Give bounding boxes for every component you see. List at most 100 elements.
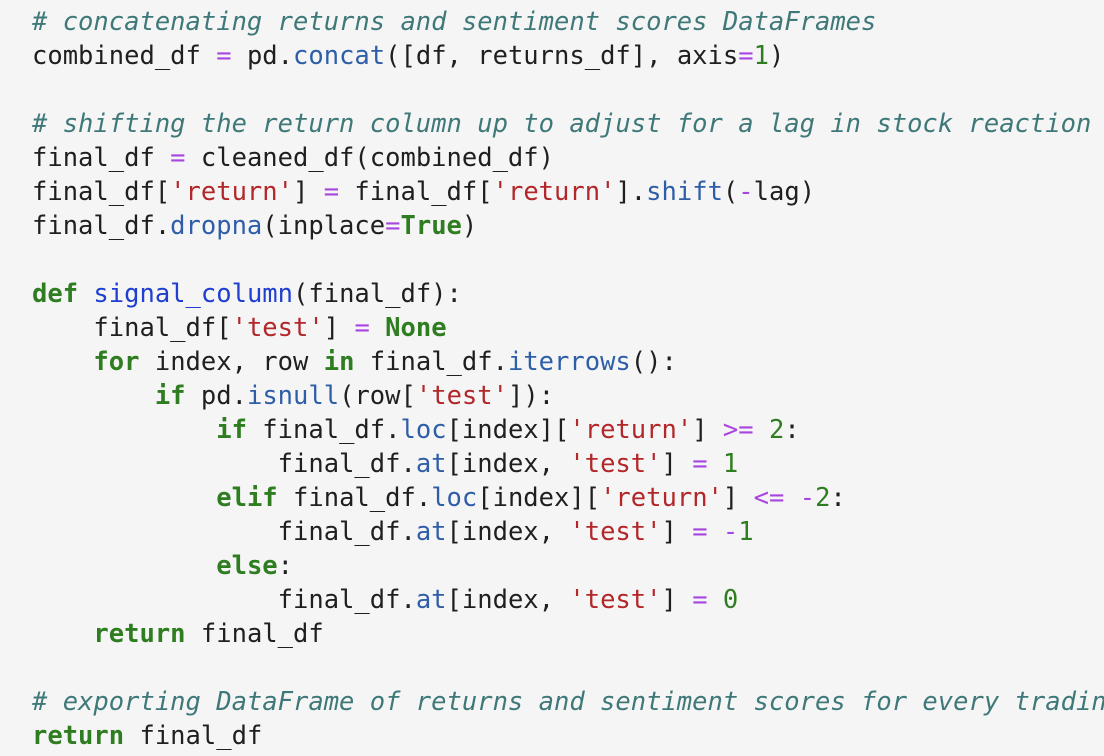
code-string: 'test'	[569, 517, 662, 547]
code-text: final_df.	[32, 211, 171, 241]
code-operator: =	[738, 41, 754, 71]
code-text: ]	[293, 177, 324, 207]
code-text: ]):	[507, 381, 555, 411]
code-text: ]	[722, 483, 754, 513]
code-comment: # shifting the return column up to adjus…	[32, 109, 1092, 139]
code-keyword: if	[216, 415, 247, 445]
code-text: (row[	[339, 381, 416, 411]
code-text: [index,	[446, 585, 570, 615]
code-method: concat	[293, 41, 386, 71]
code-keyword: elif	[216, 483, 278, 513]
code-text: [index,	[446, 449, 570, 479]
code-string: 'test'	[415, 381, 508, 411]
code-function-name: signal_column	[93, 279, 294, 309]
code-line: # exporting DataFrame of returns and sen…	[32, 685, 1104, 719]
code-method: loc	[400, 415, 447, 445]
code-line: elif final_df.loc[index]['return'] <= -2…	[32, 481, 1104, 515]
code-text: ]	[661, 449, 693, 479]
code-text: final_df	[124, 721, 263, 751]
code-operator: =	[216, 41, 232, 71]
code-operator: =	[323, 177, 340, 207]
code-constant: True	[400, 211, 462, 241]
code-editor[interactable]: # concatenating returns and sentiment sc…	[0, 0, 1104, 753]
code-text: final_df.	[32, 585, 416, 615]
code-line: def signal_column(final_df):	[32, 277, 1104, 311]
code-text: final_df	[185, 619, 324, 649]
code-text: ].	[615, 177, 647, 207]
code-operator: =	[385, 211, 401, 241]
code-text: ]	[692, 415, 723, 445]
code-method: loc	[431, 483, 478, 513]
code-line: final_df['return'] = final_df['return'].…	[32, 175, 1104, 209]
code-text: final_df.	[32, 517, 416, 547]
code-string: 'test'	[569, 585, 662, 615]
code-operator: >=	[722, 415, 754, 445]
code-method: at	[415, 517, 447, 547]
code-comment: # concatenating returns and sentiment sc…	[32, 7, 877, 37]
code-text: final_df.	[277, 483, 432, 513]
code-comment: # exporting DataFrame of returns and sen…	[32, 687, 1104, 717]
code-text: ]	[661, 585, 693, 615]
code-text: final_df.	[32, 449, 416, 479]
code-text: [index][	[446, 415, 570, 445]
code-line: if final_df.loc[index]['return'] >= 2:	[32, 413, 1104, 447]
code-line: else:	[32, 549, 1104, 583]
code-text: ]	[323, 313, 355, 343]
code-text: (	[722, 177, 739, 207]
code-text: )	[461, 211, 478, 241]
code-line: if pd.isnull(row['test']):	[32, 379, 1104, 413]
code-string: 'test'	[569, 449, 662, 479]
code-operator: =	[692, 585, 708, 615]
code-text: :	[784, 415, 800, 445]
code-keyword: for	[93, 347, 140, 377]
code-line: # shifting the return column up to adjus…	[32, 107, 1104, 141]
code-text: )	[768, 41, 785, 71]
code-line: final_df = cleaned_df(combined_df)	[32, 141, 1104, 175]
code-line: combined_df = pd.concat([df, returns_df]…	[32, 39, 1104, 73]
code-string: 'return'	[600, 483, 723, 513]
code-operator: =	[692, 449, 708, 479]
code-line: final_df.at[index, 'test'] = -1	[32, 515, 1104, 549]
code-text: final_df.	[354, 347, 508, 377]
code-method: shift	[646, 177, 723, 207]
code-text: pd.	[185, 381, 247, 411]
code-string: 'return'	[170, 177, 293, 207]
code-text: final_df[	[32, 313, 232, 343]
code-text: lag)	[753, 177, 816, 207]
code-operator: -	[738, 177, 754, 207]
code-text: :	[277, 551, 294, 581]
code-number: 1	[722, 449, 739, 479]
code-text: cleaned_df(combined_df)	[185, 143, 554, 173]
code-text: ():	[630, 347, 677, 377]
code-text: pd.	[231, 41, 294, 71]
code-cell[interactable]: # concatenating returns and sentiment sc…	[0, 0, 1104, 756]
code-method: dropna	[170, 211, 263, 241]
code-number: 2	[815, 483, 831, 513]
code-text: [index][	[477, 483, 601, 513]
code-method: iterrows	[507, 347, 631, 377]
code-text: ([df, returns_df], axis	[385, 41, 739, 71]
code-keyword: if	[154, 381, 186, 411]
code-string: 'return'	[569, 415, 693, 445]
code-text: :	[830, 483, 846, 513]
code-keyword: in	[323, 347, 355, 377]
code-keyword: def	[32, 279, 79, 309]
code-line: final_df.at[index, 'test'] = 1	[32, 447, 1104, 481]
code-text: (final_df):	[293, 279, 462, 309]
code-method: at	[415, 585, 447, 615]
code-number: 1	[753, 41, 769, 71]
code-constant: None	[385, 313, 447, 343]
code-number: 1	[738, 517, 754, 547]
code-text: combined_df	[32, 41, 217, 71]
